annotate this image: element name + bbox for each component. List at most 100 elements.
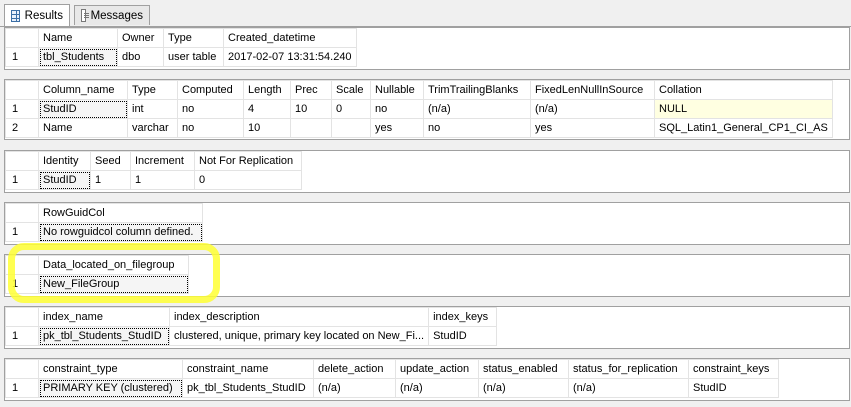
column-header[interactable]: index_keys xyxy=(428,307,498,327)
table-cell[interactable]: (n/a) xyxy=(530,99,655,119)
column-header[interactable]: TrimTrailingBlanks xyxy=(423,80,531,100)
column-header[interactable]: index_name xyxy=(38,307,170,327)
table-cell[interactable]: New_FileGroup xyxy=(38,274,189,294)
table-cell[interactable]: NULL xyxy=(654,99,833,119)
column-header[interactable]: Increment xyxy=(130,151,195,171)
results-tab-bar: Results Messages xyxy=(0,0,851,27)
table-cell[interactable]: (n/a) xyxy=(478,378,569,398)
table-cell[interactable]: 2017-02-07 13:31:54.240 xyxy=(223,47,357,67)
column-header[interactable]: Type xyxy=(163,28,224,48)
grid-table: Column_name Type Computed Length Prec Sc… xyxy=(5,80,833,138)
column-header[interactable]: constraint_name xyxy=(182,359,314,379)
column-header[interactable]: Created_datetime xyxy=(223,28,357,48)
table-cell[interactable] xyxy=(290,118,332,138)
row-number-header xyxy=(5,151,39,171)
table-cell[interactable]: user table xyxy=(163,47,224,67)
column-header[interactable]: FixedLenNullInSource xyxy=(530,80,655,100)
column-header[interactable]: Length xyxy=(243,80,291,100)
table-cell[interactable]: dbo xyxy=(117,47,164,67)
column-header[interactable]: update_action xyxy=(395,359,479,379)
table-cell[interactable]: (n/a) xyxy=(568,378,689,398)
table-row: 1 PRIMARY KEY (clustered) pk_tbl_Student… xyxy=(5,378,779,398)
column-header[interactable]: Not For Replication xyxy=(194,151,302,171)
table-cell[interactable]: StudID xyxy=(38,170,91,190)
column-header[interactable]: Seed xyxy=(90,151,131,171)
header-row: Identity Seed Increment Not For Replicat… xyxy=(5,151,302,171)
table-cell[interactable]: SQL_Latin1_General_CP1_CI_AS xyxy=(654,118,833,138)
column-header[interactable]: Nullable xyxy=(370,80,424,100)
grid-table: Identity Seed Increment Not For Replicat… xyxy=(5,151,302,190)
result-grid-columns[interactable]: Column_name Type Computed Length Prec Sc… xyxy=(4,79,850,140)
table-cell[interactable]: 1 xyxy=(130,170,195,190)
column-header[interactable]: delete_action xyxy=(313,359,396,379)
grid-table: Data_located_on_filegroup 1 New_FileGrou… xyxy=(5,255,189,294)
row-number[interactable]: 1 xyxy=(5,170,39,190)
row-number[interactable]: 1 xyxy=(5,378,39,398)
column-header[interactable]: index_description xyxy=(168,307,430,327)
table-cell[interactable]: No rowguidcol column defined. xyxy=(38,222,203,242)
column-header[interactable]: Data_located_on_filegroup xyxy=(38,255,189,275)
column-header[interactable]: Name xyxy=(38,28,118,48)
table-cell[interactable]: pk_tbl_Students_StudID xyxy=(38,326,170,346)
table-cell[interactable]: Name xyxy=(38,118,128,138)
table-cell[interactable]: (n/a) xyxy=(313,378,396,398)
column-header[interactable]: Column_name xyxy=(38,80,128,100)
column-header[interactable]: Identity xyxy=(38,151,91,171)
header-row: index_name index_description index_keys xyxy=(5,307,498,327)
table-cell[interactable]: 10 xyxy=(290,99,332,119)
header-row: Data_located_on_filegroup xyxy=(5,255,189,275)
table-cell[interactable]: clustered, unique, primary key located o… xyxy=(168,326,430,346)
table-cell[interactable]: StudID xyxy=(688,378,779,398)
table-cell[interactable]: StudID xyxy=(38,99,128,119)
table-cell[interactable]: yes xyxy=(370,118,424,138)
result-grid-object[interactable]: Name Owner Type Created_datetime 1 tbl_S… xyxy=(4,27,850,70)
row-number[interactable]: 1 xyxy=(5,326,39,346)
row-number[interactable]: 1 xyxy=(5,274,39,294)
result-grid-identity[interactable]: Identity Seed Increment Not For Replicat… xyxy=(4,150,850,193)
table-cell[interactable] xyxy=(331,118,371,138)
result-grid-index[interactable]: index_name index_description index_keys … xyxy=(4,306,850,349)
column-header[interactable]: Prec xyxy=(290,80,332,100)
table-cell[interactable]: 4 xyxy=(243,99,291,119)
table-cell[interactable]: no xyxy=(370,99,424,119)
table-cell[interactable]: 0 xyxy=(331,99,371,119)
table-row: 1 New_FileGroup xyxy=(5,274,189,294)
column-header[interactable]: status_for_replication xyxy=(568,359,689,379)
result-grid-filegroup[interactable]: Data_located_on_filegroup 1 New_FileGrou… xyxy=(4,254,850,297)
table-cell[interactable]: (n/a) xyxy=(423,99,531,119)
table-cell[interactable]: pk_tbl_Students_StudID xyxy=(182,378,314,398)
result-grid-constraints[interactable]: constraint_type constraint_name delete_a… xyxy=(4,358,850,401)
row-number[interactable]: 1 xyxy=(5,47,39,67)
tab-messages[interactable]: Messages xyxy=(74,5,150,25)
table-cell[interactable]: int xyxy=(127,99,178,119)
table-cell[interactable]: (n/a) xyxy=(395,378,479,398)
column-header[interactable]: RowGuidCol xyxy=(38,203,203,223)
tab-results-label: Results xyxy=(24,9,63,22)
table-cell[interactable]: no xyxy=(423,118,531,138)
table-cell[interactable]: yes xyxy=(530,118,655,138)
table-cell[interactable]: varchar xyxy=(127,118,178,138)
table-cell[interactable]: 10 xyxy=(243,118,291,138)
table-row: 2 Name varchar no 10 yes no yes SQL_Lati… xyxy=(5,118,833,138)
column-header[interactable]: Scale xyxy=(331,80,371,100)
column-header[interactable]: Type xyxy=(127,80,178,100)
result-grid-rowguidcol[interactable]: RowGuidCol 1 No rowguidcol column define… xyxy=(4,202,850,245)
grid-table: index_name index_description index_keys … xyxy=(5,307,498,346)
column-header[interactable]: status_enabled xyxy=(478,359,569,379)
table-cell[interactable]: tbl_Students xyxy=(38,47,118,67)
column-header[interactable]: constraint_type xyxy=(38,359,183,379)
table-cell[interactable]: 1 xyxy=(90,170,131,190)
row-number[interactable]: 2 xyxy=(5,118,39,138)
table-cell[interactable]: StudID xyxy=(428,326,498,346)
row-number[interactable]: 1 xyxy=(5,222,39,242)
column-header[interactable]: constraint_keys xyxy=(688,359,779,379)
column-header[interactable]: Computed xyxy=(177,80,244,100)
table-cell[interactable]: no xyxy=(177,118,244,138)
column-header[interactable]: Collation xyxy=(654,80,833,100)
tab-results[interactable]: Results xyxy=(4,4,70,26)
table-cell[interactable]: 0 xyxy=(194,170,302,190)
table-cell[interactable]: no xyxy=(177,99,244,119)
table-cell[interactable]: PRIMARY KEY (clustered) xyxy=(38,378,183,398)
row-number[interactable]: 1 xyxy=(5,99,39,119)
column-header[interactable]: Owner xyxy=(117,28,164,48)
